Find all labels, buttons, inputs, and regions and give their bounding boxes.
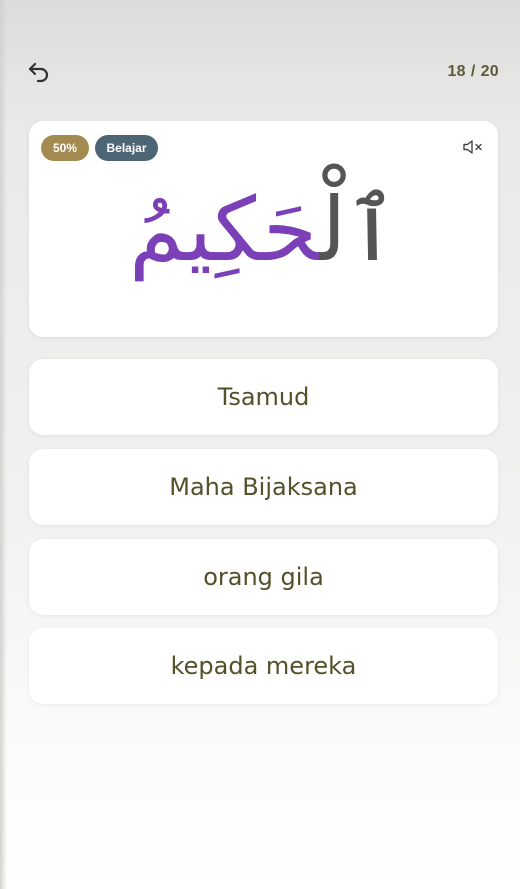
progress-separator: / <box>470 63 476 80</box>
progress-total: 20 <box>480 63 499 80</box>
answer-option-4[interactable]: kepada mereka <box>29 628 498 704</box>
percent-badge: 50% <box>41 135 89 161</box>
progress-current: 18 <box>447 63 466 80</box>
arabic-word-stem: حَكِيمُ <box>129 178 320 281</box>
arabic-word-prefix: ٱلْ <box>319 178 398 281</box>
top-bar: 18/20 <box>0 0 520 120</box>
mute-button[interactable] <box>461 137 485 157</box>
left-edge-shade <box>0 0 7 889</box>
answer-option-label: Tsamud <box>217 383 310 411</box>
answer-option-1[interactable]: Tsamud <box>29 359 498 435</box>
arabic-word: ٱلْحَكِيمُ <box>29 175 498 285</box>
back-button[interactable] <box>24 56 54 86</box>
word-card: 50% Belajar ٱلْحَكِيمُ <box>29 121 498 337</box>
answer-option-2[interactable]: Maha Bijaksana <box>29 449 498 525</box>
answer-option-label: kepada mereka <box>170 652 357 680</box>
undo-arrow-icon <box>28 62 49 83</box>
answer-option-label: orang gila <box>203 563 324 591</box>
question-progress: 18/20 <box>447 63 499 81</box>
speaker-muted-icon <box>463 140 482 154</box>
mode-badge: Belajar <box>95 135 158 161</box>
answer-option-3[interactable]: orang gila <box>29 539 498 615</box>
answer-option-label: Maha Bijaksana <box>169 473 358 501</box>
